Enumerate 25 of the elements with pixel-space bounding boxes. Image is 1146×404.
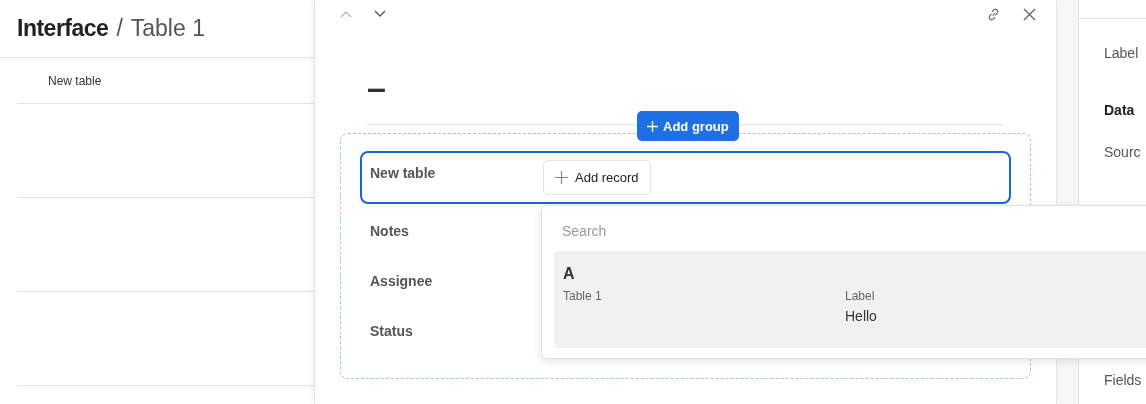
property-label: Label: [1104, 45, 1140, 61]
section-heading: Data: [1104, 102, 1136, 118]
property-label: Sourc: [1104, 144, 1142, 160]
field-row[interactable]: New table Add record: [360, 151, 1011, 204]
field-value: Hello: [845, 308, 878, 324]
plus-icon: [647, 120, 658, 132]
breadcrumb-separator: /: [116, 15, 123, 42]
add-group-button[interactable]: Add group: [637, 111, 739, 141]
close-icon[interactable]: [1023, 7, 1036, 21]
app-title: Interface: [17, 15, 109, 42]
record-title: –: [367, 68, 387, 108]
table-name: Table 1: [563, 289, 603, 305]
page-title: Table 1: [130, 15, 205, 42]
column-header: New table: [47, 73, 102, 88]
record-result[interactable]: A Table 1 Label Hello: [554, 251, 1146, 348]
link-icon[interactable]: [986, 6, 1001, 22]
search-field[interactable]: Search: [554, 206, 1070, 251]
field-label: New table: [370, 165, 437, 181]
add-record-button[interactable]: Add record: [543, 160, 651, 195]
property-label: Fields: [1104, 372, 1143, 388]
record-name: A: [563, 265, 576, 283]
field-name: Label: [845, 289, 876, 303]
chevron-up-icon[interactable]: [340, 10, 352, 18]
chevron-down-icon[interactable]: [374, 10, 386, 18]
plus-icon: [555, 171, 568, 184]
